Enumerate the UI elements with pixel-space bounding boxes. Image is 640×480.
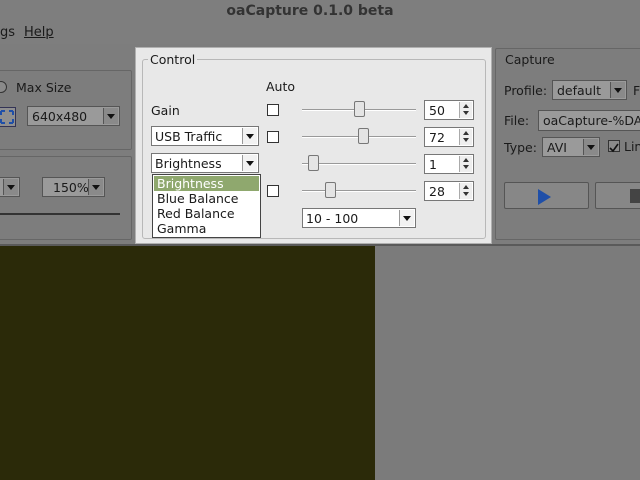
- chevron-down-icon: [88, 179, 103, 195]
- brightness-value: 1: [429, 157, 437, 172]
- menu-bar: gs Help: [0, 24, 640, 44]
- range-select[interactable]: 10 - 100: [302, 208, 416, 228]
- row4-slider-handle[interactable]: [324, 182, 336, 198]
- spin-down-icon[interactable]: [459, 137, 472, 145]
- resolution-value: 640x480: [32, 109, 88, 124]
- chevron-down-icon: [242, 155, 257, 171]
- usb-traffic-select[interactable]: USB Traffic: [151, 126, 259, 146]
- limit-checkbox[interactable]: [608, 140, 620, 153]
- profile-select[interactable]: default: [552, 80, 627, 100]
- type-value: AVI: [547, 140, 567, 155]
- row4-auto-checkbox[interactable]: [267, 185, 279, 197]
- play-icon: [538, 189, 551, 205]
- row4-spinbox[interactable]: 28: [424, 181, 474, 201]
- file-label: File:: [504, 113, 530, 128]
- camera-preview: [0, 246, 375, 480]
- spin-up-icon[interactable]: [459, 156, 472, 164]
- dropdown-item-gamma[interactable]: Gamma: [154, 221, 259, 236]
- zoom-select[interactable]: 150%: [42, 177, 105, 197]
- check-icon: [609, 143, 619, 153]
- spin-down-icon[interactable]: [459, 164, 472, 172]
- chevron-down-icon: [610, 82, 625, 98]
- zoom-mode-select[interactable]: [0, 177, 20, 197]
- spin-down-icon[interactable]: [459, 191, 472, 199]
- brightness-slider-handle[interactable]: [308, 155, 320, 171]
- row4-slider-track[interactable]: [302, 190, 416, 192]
- usb-traffic-label: USB Traffic: [155, 129, 223, 144]
- control-title: Control: [148, 52, 198, 67]
- brightness-label: Brightness: [155, 156, 222, 171]
- fit-icon: [0, 110, 14, 124]
- stop-capture-button[interactable]: [595, 182, 640, 209]
- control-dropdown-list: Brightness Blue Balance Red Balance Gamm…: [152, 174, 261, 238]
- chevron-down-icon: [583, 139, 598, 155]
- row4-value: 28: [429, 184, 445, 199]
- window-title: oaCapture 0.1.0 beta: [226, 3, 394, 19]
- file-value: oaCapture-%DAT: [543, 113, 640, 128]
- brightness-select[interactable]: Brightness: [151, 153, 259, 173]
- type-select[interactable]: AVI: [542, 137, 600, 157]
- profile-label: Profile:: [504, 83, 548, 98]
- start-capture-button[interactable]: [504, 182, 589, 209]
- brightness-spinbox[interactable]: 1: [424, 154, 474, 174]
- usb-traffic-value: 72: [429, 130, 445, 145]
- gain-value: 50: [429, 103, 445, 118]
- capture-title: Capture: [503, 52, 557, 67]
- usb-traffic-slider-handle[interactable]: [357, 128, 369, 144]
- usb-traffic-auto-checkbox[interactable]: [267, 131, 279, 143]
- type-label: Type:: [504, 140, 537, 155]
- profile-trailing-label: F: [633, 83, 640, 98]
- brightness-slider-track[interactable]: [302, 163, 416, 165]
- menu-help[interactable]: Help: [24, 25, 54, 40]
- gain-auto-checkbox[interactable]: [267, 104, 279, 116]
- gain-slider-handle[interactable]: [353, 101, 365, 117]
- preview-background: [375, 246, 640, 480]
- chevron-down-icon: [399, 210, 414, 226]
- stop-icon: [630, 189, 640, 203]
- resolution-select[interactable]: 640x480: [27, 106, 120, 126]
- dropdown-item-red-balance[interactable]: Red Balance: [154, 206, 259, 221]
- spin-up-icon[interactable]: [459, 183, 472, 191]
- profile-value: default: [557, 83, 601, 98]
- zoom-fit-button[interactable]: [0, 107, 16, 127]
- menu-settings[interactable]: gs: [0, 25, 15, 40]
- zoom-slider-track[interactable]: [0, 213, 120, 215]
- spin-down-icon[interactable]: [459, 110, 472, 118]
- range-value: 10 - 100: [306, 211, 359, 226]
- chevron-down-icon: [103, 108, 118, 124]
- limit-label: Lin: [624, 139, 640, 154]
- file-input[interactable]: oaCapture-%DAT: [538, 110, 640, 131]
- chevron-down-icon: [242, 128, 257, 144]
- spin-up-icon[interactable]: [459, 102, 472, 110]
- auto-header: Auto: [266, 79, 296, 94]
- zoom-group: [0, 156, 132, 240]
- chevron-down-icon: [3, 179, 18, 195]
- gain-spinbox[interactable]: 50: [424, 100, 474, 120]
- dropdown-item-brightness[interactable]: Brightness: [154, 176, 259, 191]
- usb-traffic-spinbox[interactable]: 72: [424, 127, 474, 147]
- spin-up-icon[interactable]: [459, 129, 472, 137]
- title-bar: oaCapture 0.1.0 beta: [0, 0, 640, 24]
- gain-label: Gain: [151, 103, 180, 118]
- dropdown-item-blue-balance[interactable]: Blue Balance: [154, 191, 259, 206]
- max-size-label: Max Size: [16, 80, 72, 95]
- control-dialog: Control Auto Gain 50 USB Traffic 72 Brig…: [135, 47, 492, 244]
- zoom-value: 150%: [53, 180, 89, 195]
